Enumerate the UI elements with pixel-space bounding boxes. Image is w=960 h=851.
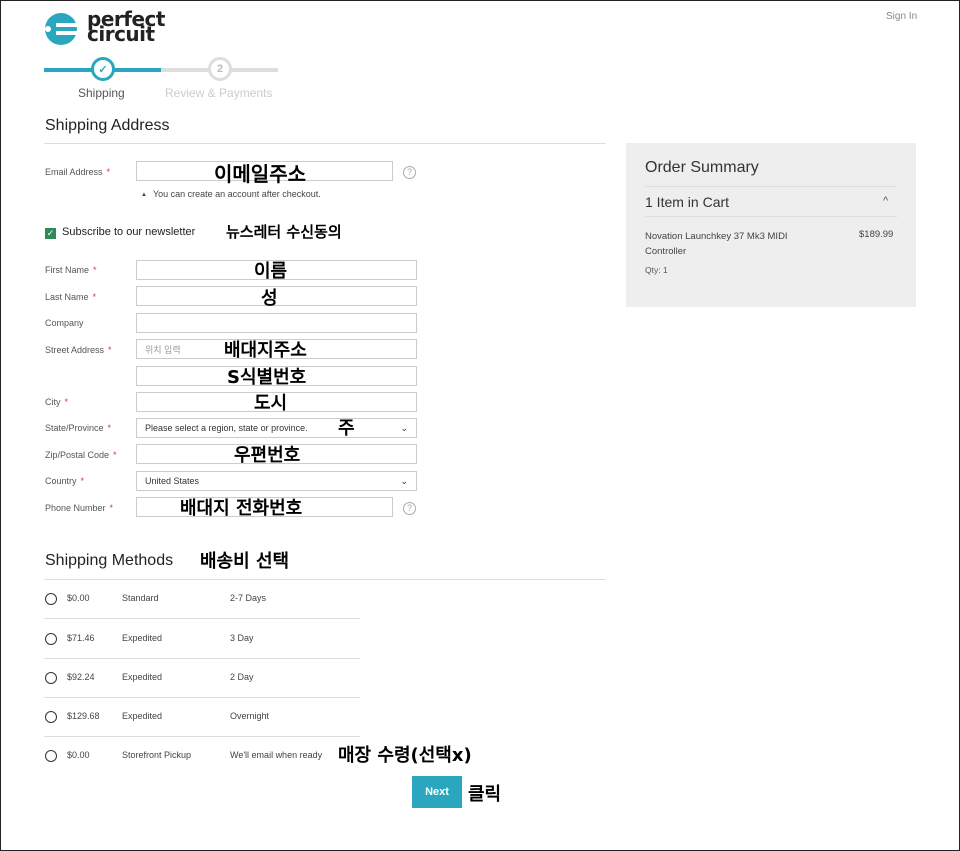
method-time: We'll email when ready xyxy=(230,750,323,760)
shipping-method-radio[interactable] xyxy=(45,711,57,723)
state-label: State/Province * xyxy=(45,423,112,433)
method-price: $0.00 xyxy=(67,593,90,603)
newsletter-checkbox[interactable]: ✓ xyxy=(45,228,56,239)
step-shipping-label[interactable]: Shipping xyxy=(78,86,125,100)
shipping-method-row[interactable]: $92.24 Expedited 2 Day xyxy=(44,658,360,698)
shipping-method-row[interactable]: $129.68 Expedited Overnight xyxy=(44,697,360,737)
order-summary-panel: Order Summary 1 Item in Cart ^ Novation … xyxy=(626,143,916,307)
shipping-method-row[interactable]: $0.00 Storefront Pickup We'll email when… xyxy=(44,736,360,776)
method-carrier: Expedited xyxy=(122,711,163,721)
chevron-up-icon[interactable]: ^ xyxy=(883,195,888,207)
next-button[interactable]: Next xyxy=(412,776,462,808)
shipping-method-radio[interactable] xyxy=(45,672,57,684)
email-label: Email Address * xyxy=(45,167,111,177)
chevron-down-icon: ⌄ xyxy=(400,475,408,486)
phone-label: Phone Number * xyxy=(45,503,114,513)
step-shipping-circle[interactable]: ✓ xyxy=(91,57,115,81)
shipping-address-title: Shipping Address xyxy=(45,117,170,134)
shipping-method-radio[interactable] xyxy=(45,593,57,605)
city-annotation: 도시 xyxy=(254,393,288,414)
shipping-method-radio[interactable] xyxy=(45,633,57,645)
items-in-cart-toggle[interactable]: 1 Item in Cart xyxy=(645,194,729,210)
state-annotation: 주 xyxy=(338,418,355,439)
divider xyxy=(645,216,897,217)
email-hint: ▲ You can create an account after checkou… xyxy=(141,189,321,199)
company-label: Company xyxy=(45,318,84,328)
shipping-method-radio[interactable] xyxy=(45,750,57,762)
triangle-up-icon: ▲ xyxy=(141,192,147,198)
phone-annotation: 배대지 전화번호 xyxy=(180,498,303,519)
help-icon[interactable]: ? xyxy=(403,166,416,179)
pickup-annotation: 매장 수령(선택x) xyxy=(338,745,472,766)
zip-annotation: 우편번호 xyxy=(234,445,301,466)
divider xyxy=(645,186,897,187)
logo-wordmark: perfect circuit xyxy=(87,7,165,46)
last-name-annotation: 성 xyxy=(261,288,278,309)
logo-icon xyxy=(45,13,80,45)
checkout-progress-bar xyxy=(44,68,278,72)
company-input[interactable] xyxy=(136,313,417,333)
zip-label: Zip/Postal Code * xyxy=(45,450,117,460)
shipping-methods-annotation: 배송비 선택 xyxy=(200,551,290,572)
method-carrier: Storefront Pickup xyxy=(122,750,192,760)
shipping-method-row[interactable]: $71.46 Expedited 3 Day xyxy=(44,619,360,659)
street-label: Street Address * xyxy=(45,345,112,355)
method-price: $0.00 xyxy=(67,750,90,760)
city-label: City * xyxy=(45,397,69,407)
check-icon: ✓ xyxy=(98,63,108,76)
method-time: 2-7 Days xyxy=(230,593,267,603)
street2-annotation: S식별번호 xyxy=(227,367,307,388)
method-carrier: Expedited xyxy=(122,633,163,643)
method-price: $92.24 xyxy=(67,672,95,682)
check-icon: ✓ xyxy=(46,228,55,238)
first-name-annotation: 이름 xyxy=(254,261,288,282)
street-annotation: 배대지주소 xyxy=(224,340,307,361)
country-label: Country * xyxy=(45,476,85,486)
method-price: $129.68 xyxy=(67,711,100,721)
last-name-label: Last Name * xyxy=(45,292,97,302)
email-annotation: 이메일주소 xyxy=(214,162,306,186)
method-carrier: Standard xyxy=(122,593,159,603)
state-select[interactable]: Please select a region, state or provinc… xyxy=(136,418,417,438)
method-time: 3 Day xyxy=(230,633,254,643)
method-price: $71.46 xyxy=(67,633,95,643)
first-name-label: First Name * xyxy=(45,265,97,275)
help-icon[interactable]: ? xyxy=(403,502,416,515)
chevron-down-icon: ⌄ xyxy=(400,422,408,433)
cart-product-qty: Qty: 1 xyxy=(645,265,668,275)
cart-product-name: Novation Launchkey 37 Mk3 MIDI Controlle… xyxy=(645,231,788,257)
step-review-circle: 2 xyxy=(208,57,232,81)
perfect-circuit-logo[interactable]: perfect circuit xyxy=(44,7,189,46)
next-annotation: 클릭 xyxy=(468,784,502,805)
country-select[interactable]: United States ⌄ xyxy=(136,471,417,491)
method-time: 2 Day xyxy=(230,672,254,682)
shipping-methods-title: Shipping Methods xyxy=(45,552,174,569)
divider xyxy=(44,143,606,144)
sign-in-link[interactable]: Sign In xyxy=(886,11,917,22)
shipping-method-row[interactable]: $0.00 Standard 2-7 Days xyxy=(44,579,360,619)
cart-product-price: $189.99 xyxy=(859,229,894,240)
method-time: Overnight xyxy=(230,711,270,721)
order-summary-title: Order Summary xyxy=(645,159,759,176)
method-carrier: Expedited xyxy=(122,672,163,682)
step-review-label: Review & Payments xyxy=(165,86,273,100)
newsletter-annotation: 뉴스레터 수신동의 xyxy=(226,223,342,241)
newsletter-label[interactable]: Subscribe to our newsletter xyxy=(62,226,195,238)
